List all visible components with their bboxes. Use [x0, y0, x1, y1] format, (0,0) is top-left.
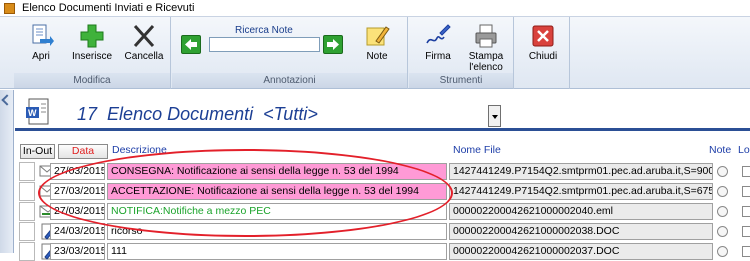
- row-lo-checkbox[interactable]: [742, 186, 750, 197]
- inserisce-button[interactable]: Inserisce: [66, 23, 118, 62]
- window-title: Elenco Documenti Inviati e Ricevuti: [22, 2, 195, 14]
- nome-file-header: Nome File: [453, 144, 501, 156]
- row-selector[interactable]: [19, 182, 35, 201]
- form-header: W 17 Elenco Documenti <Tutti>: [15, 90, 750, 131]
- row-date[interactable]: 24/03/2015: [50, 223, 105, 240]
- row-selector[interactable]: [19, 222, 35, 241]
- search-prev-button[interactable]: [181, 35, 201, 54]
- row-lo-checkbox[interactable]: [742, 166, 750, 177]
- close-icon: [532, 25, 554, 47]
- group-modifica: Apri Inserisce Cancella Modifica: [14, 17, 171, 89]
- note-header: Note: [709, 144, 732, 156]
- row-selector[interactable]: [19, 242, 35, 261]
- svg-text:W: W: [28, 108, 37, 118]
- cancella-button[interactable]: Cancella: [124, 23, 164, 62]
- apri-button[interactable]: Apri: [24, 23, 58, 62]
- chiudi-label: Chiudi: [528, 51, 558, 62]
- row-file-name[interactable]: 1427441249.P7154Q2.smtprm01.pec.ad.aruba…: [449, 163, 713, 180]
- row-file-name[interactable]: 000002200042621000002037.DOC: [449, 243, 713, 260]
- row-lo-checkbox[interactable]: [742, 206, 750, 217]
- printer-icon: [475, 24, 497, 48]
- title-bar: Elenco Documenti Inviati e Ricevuti: [0, 0, 750, 17]
- form-title-text: Elenco Documenti: [107, 104, 254, 124]
- note-label: Note: [366, 51, 388, 62]
- ribbon: Apri Inserisce Cancella Modifica Ricerca…: [0, 17, 750, 89]
- row-file-name[interactable]: 000002200042621000002040.eml: [449, 203, 713, 220]
- delete-x-icon: [133, 24, 155, 48]
- group-label-modifica: Modifica: [14, 73, 170, 88]
- navigation-pane-toggle[interactable]: [0, 90, 14, 253]
- row-note-radio[interactable]: [717, 226, 728, 237]
- apri-label: Apri: [32, 51, 50, 62]
- firma-label: Firma: [425, 51, 451, 62]
- search-notes-input[interactable]: [209, 37, 320, 52]
- stampa-elenco-button[interactable]: Stampa l'elenco: [464, 23, 508, 73]
- stampa-label-2: l'elenco: [469, 62, 503, 73]
- expand-arrow-icon: [1, 94, 13, 106]
- inserisce-label: Inserisce: [71, 51, 112, 62]
- group-label-annotazioni: Annotazioni: [172, 73, 407, 88]
- note-pencil-icon: [366, 26, 390, 46]
- row-description[interactable]: 111: [107, 243, 447, 260]
- arrow-right-icon: [327, 39, 339, 50]
- group-annotazioni: Ricerca Note Note Annotazioni: [172, 17, 408, 89]
- search-title: Ricerca Note: [235, 25, 293, 36]
- document-count: 17: [77, 104, 98, 124]
- signature-pen-icon: [426, 24, 451, 44]
- chiudi-button[interactable]: Chiudi: [525, 23, 561, 62]
- firma-button[interactable]: Firma: [417, 23, 459, 62]
- in-out-header-button[interactable]: In-Out: [20, 144, 55, 159]
- table-row[interactable]: 23/03/2015 111 000002200042621000002037.…: [15, 242, 750, 261]
- group-strumenti: Firma Stampa l'elenco Strumenti: [409, 17, 514, 89]
- lo-header: Lo: [738, 144, 750, 156]
- row-selector[interactable]: [19, 162, 35, 181]
- group-label-strumenti: Strumenti: [409, 73, 513, 88]
- row-note-radio[interactable]: [717, 166, 728, 177]
- row-note-radio[interactable]: [717, 186, 728, 197]
- row-note-radio[interactable]: [717, 206, 728, 217]
- open-document-icon: [32, 24, 54, 46]
- search-next-button[interactable]: [323, 35, 343, 54]
- note-button[interactable]: Note: [360, 23, 394, 62]
- plus-icon: [80, 24, 104, 48]
- row-note-radio[interactable]: [717, 246, 728, 257]
- row-file-name[interactable]: 1427441249.P7154Q2.smtprm01.pec.ad.aruba…: [449, 183, 713, 200]
- word-document-icon: W: [26, 98, 49, 125]
- row-file-name[interactable]: 000002200042621000002038.DOC: [449, 223, 713, 240]
- row-date[interactable]: 23/03/2015: [50, 243, 105, 260]
- row-selector[interactable]: [19, 202, 35, 221]
- data-header-button[interactable]: Data: [58, 144, 108, 159]
- form-title: 17 Elenco Documenti <Tutti>: [77, 104, 318, 125]
- filter-value: <Tutti>: [263, 104, 318, 124]
- group-chiudi: Chiudi: [515, 17, 570, 89]
- stampa-label-1: Stampa: [468, 51, 504, 62]
- highlight-ellipse-annotation: [38, 149, 453, 237]
- arrow-left-icon: [185, 39, 197, 50]
- row-lo-checkbox[interactable]: [742, 246, 750, 257]
- filter-dropdown-button[interactable]: [488, 105, 501, 127]
- app-icon: [4, 3, 15, 14]
- row-lo-checkbox[interactable]: [742, 226, 750, 237]
- cancella-label: Cancella: [124, 51, 164, 62]
